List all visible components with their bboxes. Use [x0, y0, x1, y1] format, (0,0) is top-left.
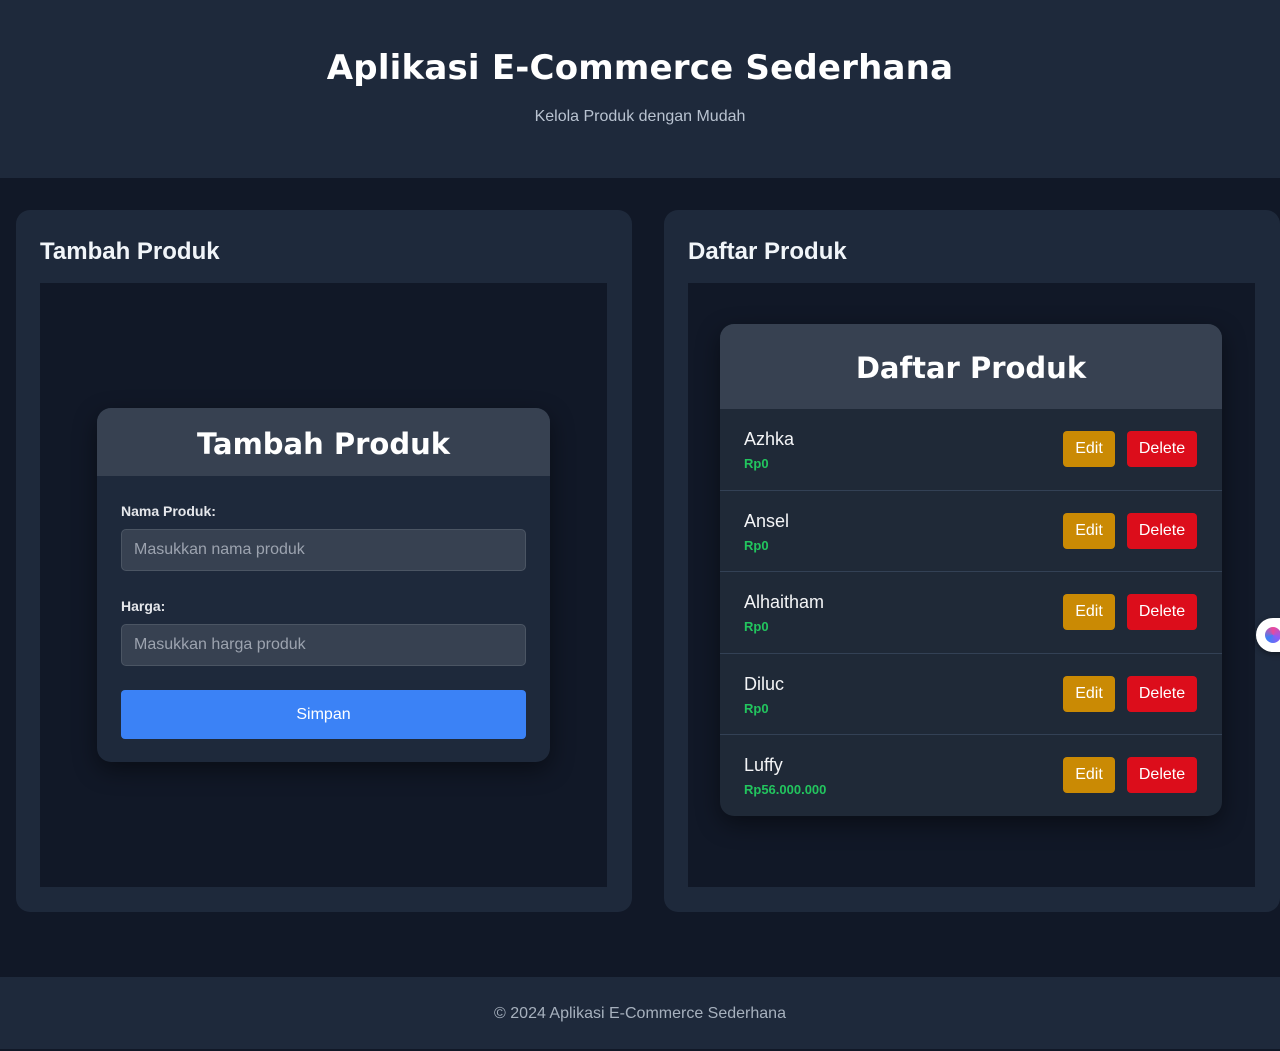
add-product-panel: Tambah Produk Tambah Produk Nama Produk:… — [16, 210, 632, 912]
product-list-card: Daftar Produk Azhka Rp0 Edit Delete Ansel Rp0… — [720, 324, 1222, 816]
page-footer: © 2024 Aplikasi E-Commerce Sederhana — [0, 977, 1280, 1049]
product-price: Rp0 — [744, 700, 769, 716]
delete-button[interactable]: Delete — [1127, 675, 1197, 712]
add-panel-title: Tambah Produk — [40, 238, 220, 265]
product-name: Alhaitham — [744, 592, 825, 613]
product-row: Diluc Rp0 Edit Delete — [720, 654, 1222, 736]
product-row: Ansel Rp0 Edit Delete — [720, 491, 1222, 573]
delete-button[interactable]: Delete — [1127, 512, 1197, 549]
product-name: Ansel — [744, 510, 790, 531]
edit-button[interactable]: Edit — [1063, 431, 1115, 467]
add-product-card: Tambah Produk Nama Produk: Harga: Simpan — [97, 408, 550, 762]
product-name: Diluc — [744, 673, 785, 694]
product-price: Rp0 — [744, 537, 769, 553]
list-panel-title: Daftar Produk — [688, 238, 847, 265]
product-row: Luffy Rp56.000.000 Edit Delete — [720, 735, 1222, 816]
product-price-label: Harga: — [121, 598, 166, 614]
add-panel-frame: Tambah Produk Nama Produk: Harga: Simpan — [40, 283, 607, 887]
app-title: Aplikasi E-Commerce Sederhana — [326, 48, 954, 88]
footer-text: © 2024 Aplikasi E-Commerce Sederhana — [494, 1005, 786, 1022]
edit-button[interactable]: Edit — [1063, 675, 1115, 712]
list-card-title: Daftar Produk — [720, 324, 1222, 409]
product-name: Azhka — [744, 429, 795, 449]
delete-button[interactable]: Delete — [1127, 594, 1197, 631]
page-header: Aplikasi E-Commerce Sederhana Kelola Pro… — [0, 0, 1280, 178]
brain-icon — [1265, 627, 1280, 643]
product-list-panel: Daftar Produk Daftar Produk Azhka Rp0 Edit… — [664, 210, 1280, 912]
product-price: Rp56.000.000 — [744, 782, 827, 798]
product-row: Alhaitham Rp0 Edit Delete — [720, 572, 1222, 654]
delete-button[interactable]: Delete — [1127, 431, 1197, 467]
product-list: Azhka Rp0 Edit Delete Ansel Rp0 Edit Delete Alha… — [720, 409, 1222, 816]
edit-button[interactable]: Edit — [1063, 594, 1115, 631]
product-price: Rp0 — [744, 619, 769, 635]
product-name-input[interactable] — [121, 529, 526, 571]
edit-button[interactable]: Edit — [1063, 757, 1115, 794]
product-price: Rp0 — [744, 456, 769, 471]
app-subtitle: Kelola Produk dengan Mudah — [534, 108, 746, 125]
edit-button[interactable]: Edit — [1063, 512, 1115, 549]
product-name: Luffy — [744, 755, 783, 776]
add-card-title: Tambah Produk — [97, 408, 550, 476]
list-panel-frame: Daftar Produk Azhka Rp0 Edit Delete Ansel Rp0… — [688, 283, 1255, 887]
product-price-input[interactable] — [121, 624, 526, 666]
product-row: Azhka Rp0 Edit Delete — [720, 409, 1222, 491]
save-button[interactable]: Simpan — [121, 690, 526, 739]
delete-button[interactable]: Delete — [1127, 757, 1197, 794]
product-name-label: Nama Produk: — [121, 503, 216, 519]
